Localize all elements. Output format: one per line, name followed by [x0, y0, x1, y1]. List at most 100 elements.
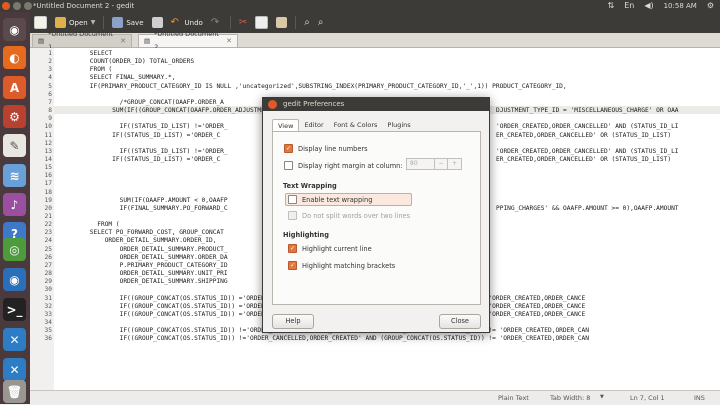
- undo-icon: ↶: [170, 17, 179, 28]
- paste-button[interactable]: [272, 12, 291, 33]
- line-number: 21: [44, 213, 52, 220]
- line-number: 22: [44, 221, 52, 229]
- do-not-split-words-option: Do not split words over two lines: [288, 211, 410, 220]
- line-number: 16: [44, 172, 52, 180]
- display-line-numbers-option[interactable]: ✓ Display line numbers: [284, 144, 368, 153]
- top-panel: *Untitled Document 2 - gedit ⇅ En ◀) 10:…: [0, 0, 720, 12]
- document-tab-bar: ▤ *Untitled Document 1 ✕ ▤ *Untitled Doc…: [30, 30, 720, 51]
- software-center-icon[interactable]: A: [3, 76, 26, 99]
- enable-text-wrapping-checkbox[interactable]: [288, 195, 297, 204]
- line-number: 6: [48, 90, 52, 98]
- code-line: P.PRIMARY_PRODUCT_CATEGORY_ID: [60, 261, 228, 269]
- highlight-matching-brackets-option[interactable]: ✓ Highlight matching brackets: [288, 261, 395, 270]
- preferences-dialog: gedit Preferences View Editor Font & Col…: [262, 97, 490, 333]
- code-line: IF(PRIMARY_PRODUCT_CATEGORY_ID IS NULL ,…: [60, 82, 567, 90]
- dialog-close-icon[interactable]: [268, 100, 277, 109]
- tab-plugins[interactable]: Plugins: [382, 119, 415, 131]
- line-number: 35: [44, 327, 52, 335]
- code-line: /*GROUP_CONCAT(OAAFP.ORDER_A: [60, 98, 224, 106]
- window-maximize-button[interactable]: [24, 2, 32, 10]
- chrome-icon[interactable]: ◎: [3, 238, 26, 261]
- tools-alt-icon[interactable]: ✕: [3, 358, 26, 381]
- copy-button[interactable]: [251, 12, 272, 33]
- language-selector[interactable]: Plain Text: [498, 394, 529, 402]
- line-number: 19: [44, 196, 52, 204]
- code-line: SUM(IF((GROUP_CONCAT(OAAFP.ORDER_ADJUSTM…: [60, 107, 273, 115]
- terminal-icon[interactable]: >_: [3, 298, 26, 321]
- code-line: ORDER_DETAIL_SUMMARY.ORDER_ID,: [60, 237, 217, 245]
- enable-text-wrapping-option[interactable]: Enable text wrapping: [288, 195, 372, 204]
- line-number: 12: [44, 139, 52, 147]
- firefox-icon[interactable]: ◐: [3, 46, 26, 69]
- highlight-current-line-option[interactable]: ✓ Highlight current line: [288, 244, 372, 253]
- spinner-decrement-button[interactable]: −: [433, 159, 448, 169]
- dialog-tabs: View Editor Font & Colors Plugins: [272, 119, 416, 132]
- replace-button[interactable]: ⌕: [314, 12, 328, 33]
- right-margin-spinner[interactable]: 80 − +: [406, 158, 462, 170]
- code-line-fragment: PPING_CHARGES' && OAAFP.AMOUNT >= 0),OAA…: [496, 204, 679, 212]
- line-number: 13: [44, 147, 52, 155]
- tools-icon[interactable]: ✕: [3, 328, 26, 351]
- line-number: 23: [44, 229, 52, 237]
- line-number: 9: [48, 115, 52, 123]
- line-number: 2: [48, 58, 52, 66]
- code-line: IF((STATUS_ID_LIST) ='ORDER_C: [60, 155, 221, 163]
- code-line-fragment: DJUSTMENT_TYPE_ID = 'MISCELLANEOUS_CHARG…: [496, 107, 679, 115]
- highlight-matching-brackets-checkbox[interactable]: ✓: [288, 261, 297, 270]
- search-icon: ⌕: [304, 17, 310, 28]
- spinner-increment-button[interactable]: +: [447, 159, 461, 169]
- toolbar: Open ▼ Save ↶ Undo ↷ ✂ ⌕ ⌕: [30, 12, 720, 33]
- cut-button[interactable]: ✂: [235, 12, 251, 33]
- volume-icon[interactable]: ◀): [644, 0, 653, 12]
- window-minimize-button[interactable]: [13, 2, 21, 10]
- tab-untitled-document-2[interactable]: ▤ *Untitled Document 2 ✕: [138, 30, 238, 51]
- settings-gear-icon[interactable]: ⚙: [707, 0, 714, 12]
- system-tray: ⇅ En ◀) 10:58 AM ⚙: [607, 0, 714, 12]
- tab-width-selector[interactable]: Tab Width: 8: [550, 394, 590, 402]
- code-line: IF(FINAL_SUMMARY.PO_FORWARD_C: [60, 204, 228, 212]
- network-icon[interactable]: ⇅: [607, 0, 614, 12]
- chevron-down-icon[interactable]: ▼: [91, 19, 96, 26]
- status-bar: Plain Text Tab Width: 8 ▼ Ln 7, Col 1 IN…: [30, 390, 720, 405]
- display-right-margin-checkbox[interactable]: [284, 161, 293, 170]
- trash-icon[interactable]: 🗑: [3, 380, 26, 403]
- open-button-label: Open: [69, 18, 88, 27]
- code-line-fragment: 'ORDER_CREATED,ORDER_CANCELLED' AND (STA…: [496, 123, 679, 131]
- line-number: 10: [44, 123, 52, 131]
- system-settings-icon[interactable]: ⚙: [3, 105, 26, 128]
- text-wrapping-heading: Text Wrapping: [283, 182, 337, 190]
- document-icon: ▤: [38, 36, 45, 45]
- close-tab-icon[interactable]: ✕: [120, 35, 126, 48]
- toolbar-separator: [295, 16, 297, 29]
- media-icon[interactable]: ♪: [3, 193, 26, 216]
- clock[interactable]: 10:58 AM: [664, 0, 697, 12]
- display-right-margin-option[interactable]: Display right margin at column:: [284, 161, 403, 170]
- line-number: 20: [44, 204, 52, 212]
- document-viewer-icon[interactable]: ≋: [3, 164, 26, 187]
- line-number: 30: [44, 286, 52, 294]
- network-tool-icon[interactable]: ◉: [3, 268, 26, 291]
- folder-icon: [55, 17, 66, 28]
- line-number: 34: [44, 318, 52, 326]
- window-close-button[interactable]: [2, 2, 10, 10]
- display-line-numbers-checkbox[interactable]: ✓: [284, 144, 293, 153]
- help-button[interactable]: Help: [272, 314, 314, 329]
- dash-icon[interactable]: ◉: [3, 18, 26, 41]
- right-margin-value[interactable]: 80: [407, 159, 434, 169]
- line-number: 17: [44, 180, 52, 188]
- code-line: SUM(IF(OAAFP.AMOUNT < 0,OAAFP: [60, 196, 228, 204]
- tab-untitled-document-1[interactable]: ▤ *Untitled Document 1 ✕: [32, 30, 132, 51]
- tab-font-colors[interactable]: Font & Colors: [329, 119, 383, 131]
- chevron-down-icon[interactable]: ▼: [600, 394, 604, 400]
- close-button[interactable]: Close: [439, 314, 481, 329]
- line-number: 15: [44, 164, 52, 172]
- line-number: 24: [44, 237, 52, 245]
- display-right-margin-label: Display right margin at column:: [298, 161, 403, 170]
- text-editor-icon[interactable]: ✎: [3, 134, 26, 157]
- tab-editor[interactable]: Editor: [299, 119, 328, 131]
- close-tab-icon[interactable]: ✕: [226, 35, 232, 48]
- highlight-current-line-checkbox[interactable]: ✓: [288, 244, 297, 253]
- keyboard-icon[interactable]: En: [624, 0, 634, 12]
- code-line-fragment: ER_CREATED,ORDER_CANCELLED' OR (STATUS_I…: [496, 131, 672, 139]
- search-button[interactable]: ⌕: [300, 12, 314, 33]
